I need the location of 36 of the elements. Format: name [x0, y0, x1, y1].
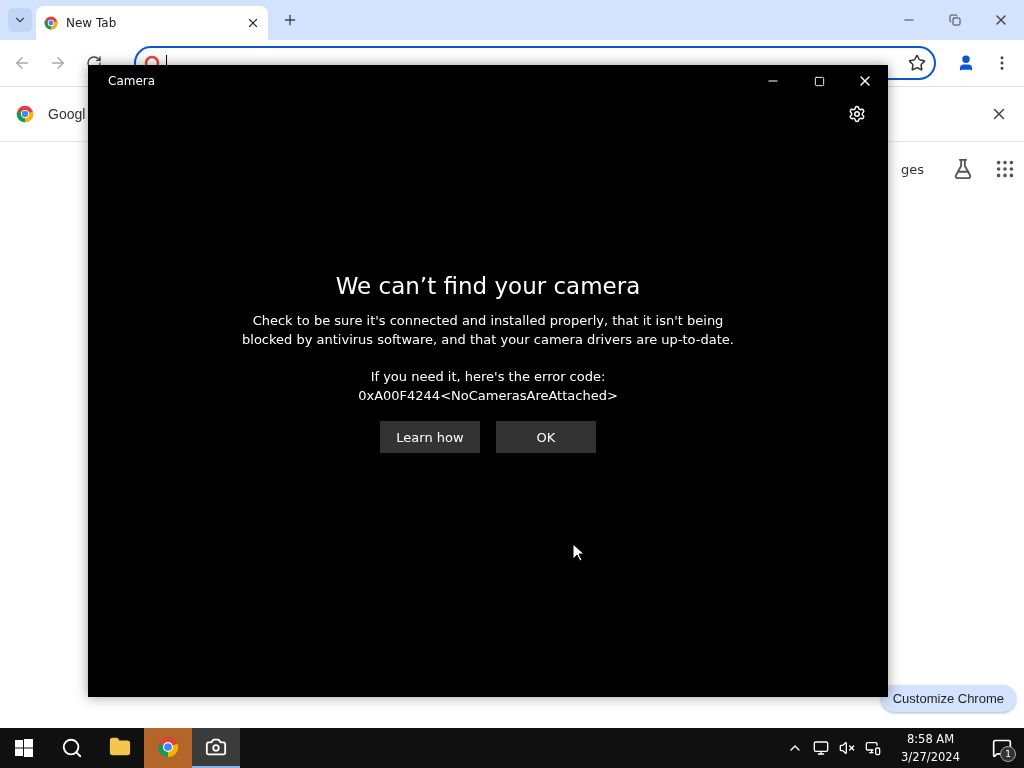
search-icon[interactable] [61, 737, 83, 759]
close-icon[interactable] [246, 16, 260, 30]
flask-icon[interactable] [952, 158, 974, 180]
new-tab-icon[interactable] [282, 12, 298, 28]
chrome-logo-icon [44, 16, 58, 30]
clock[interactable]: 8:58 AM 3/27/2024 [901, 730, 960, 766]
network-icon[interactable] [813, 740, 830, 756]
error-heading: We can’t find your camera [335, 273, 641, 299]
chrome-logo-icon [16, 105, 34, 123]
error-code: 0xA00F4244<NoCamerasAreAttached> [358, 387, 618, 405]
bookmark-star-icon[interactable] [908, 54, 926, 72]
camera-icon [205, 736, 227, 758]
muted-speaker-icon[interactable] [839, 740, 856, 756]
info-bar-text: Googl [48, 106, 86, 122]
error-message: Check to be sure it's connected and installed properly, that it isn't being blocked by antivirus software, and that your camera drivers are up-to-date. [241, 312, 735, 349]
chrome-logo-icon [157, 736, 179, 758]
display-icon[interactable] [865, 740, 882, 756]
windows-start-icon[interactable] [15, 739, 33, 757]
window-title: Camera [108, 74, 157, 88]
apps-grid-icon[interactable] [994, 158, 1016, 180]
mouse-cursor-icon [573, 544, 585, 562]
notification-count: 1 [1000, 746, 1016, 762]
restore-icon[interactable] [949, 14, 961, 26]
header-link[interactable]: ges [900, 161, 924, 177]
notification-icon[interactable] [992, 738, 1012, 758]
dialog-button[interactable]: OK [496, 421, 596, 453]
taskbar-app-button[interactable] [192, 728, 240, 768]
settings-icon[interactable] [848, 105, 866, 123]
dialog-button[interactable]: Learn how [380, 421, 480, 453]
customize-chrome-button[interactable]: Customize Chrome [880, 685, 1016, 712]
maximize-icon[interactable] [813, 75, 825, 87]
tab-search-button[interactable] [8, 8, 32, 32]
browser-tab[interactable]: New Tab [36, 6, 268, 40]
error-code-intro: If you need it, here's the error code: [370, 368, 606, 386]
profile-icon[interactable] [957, 54, 975, 72]
folder-icon [109, 736, 131, 758]
